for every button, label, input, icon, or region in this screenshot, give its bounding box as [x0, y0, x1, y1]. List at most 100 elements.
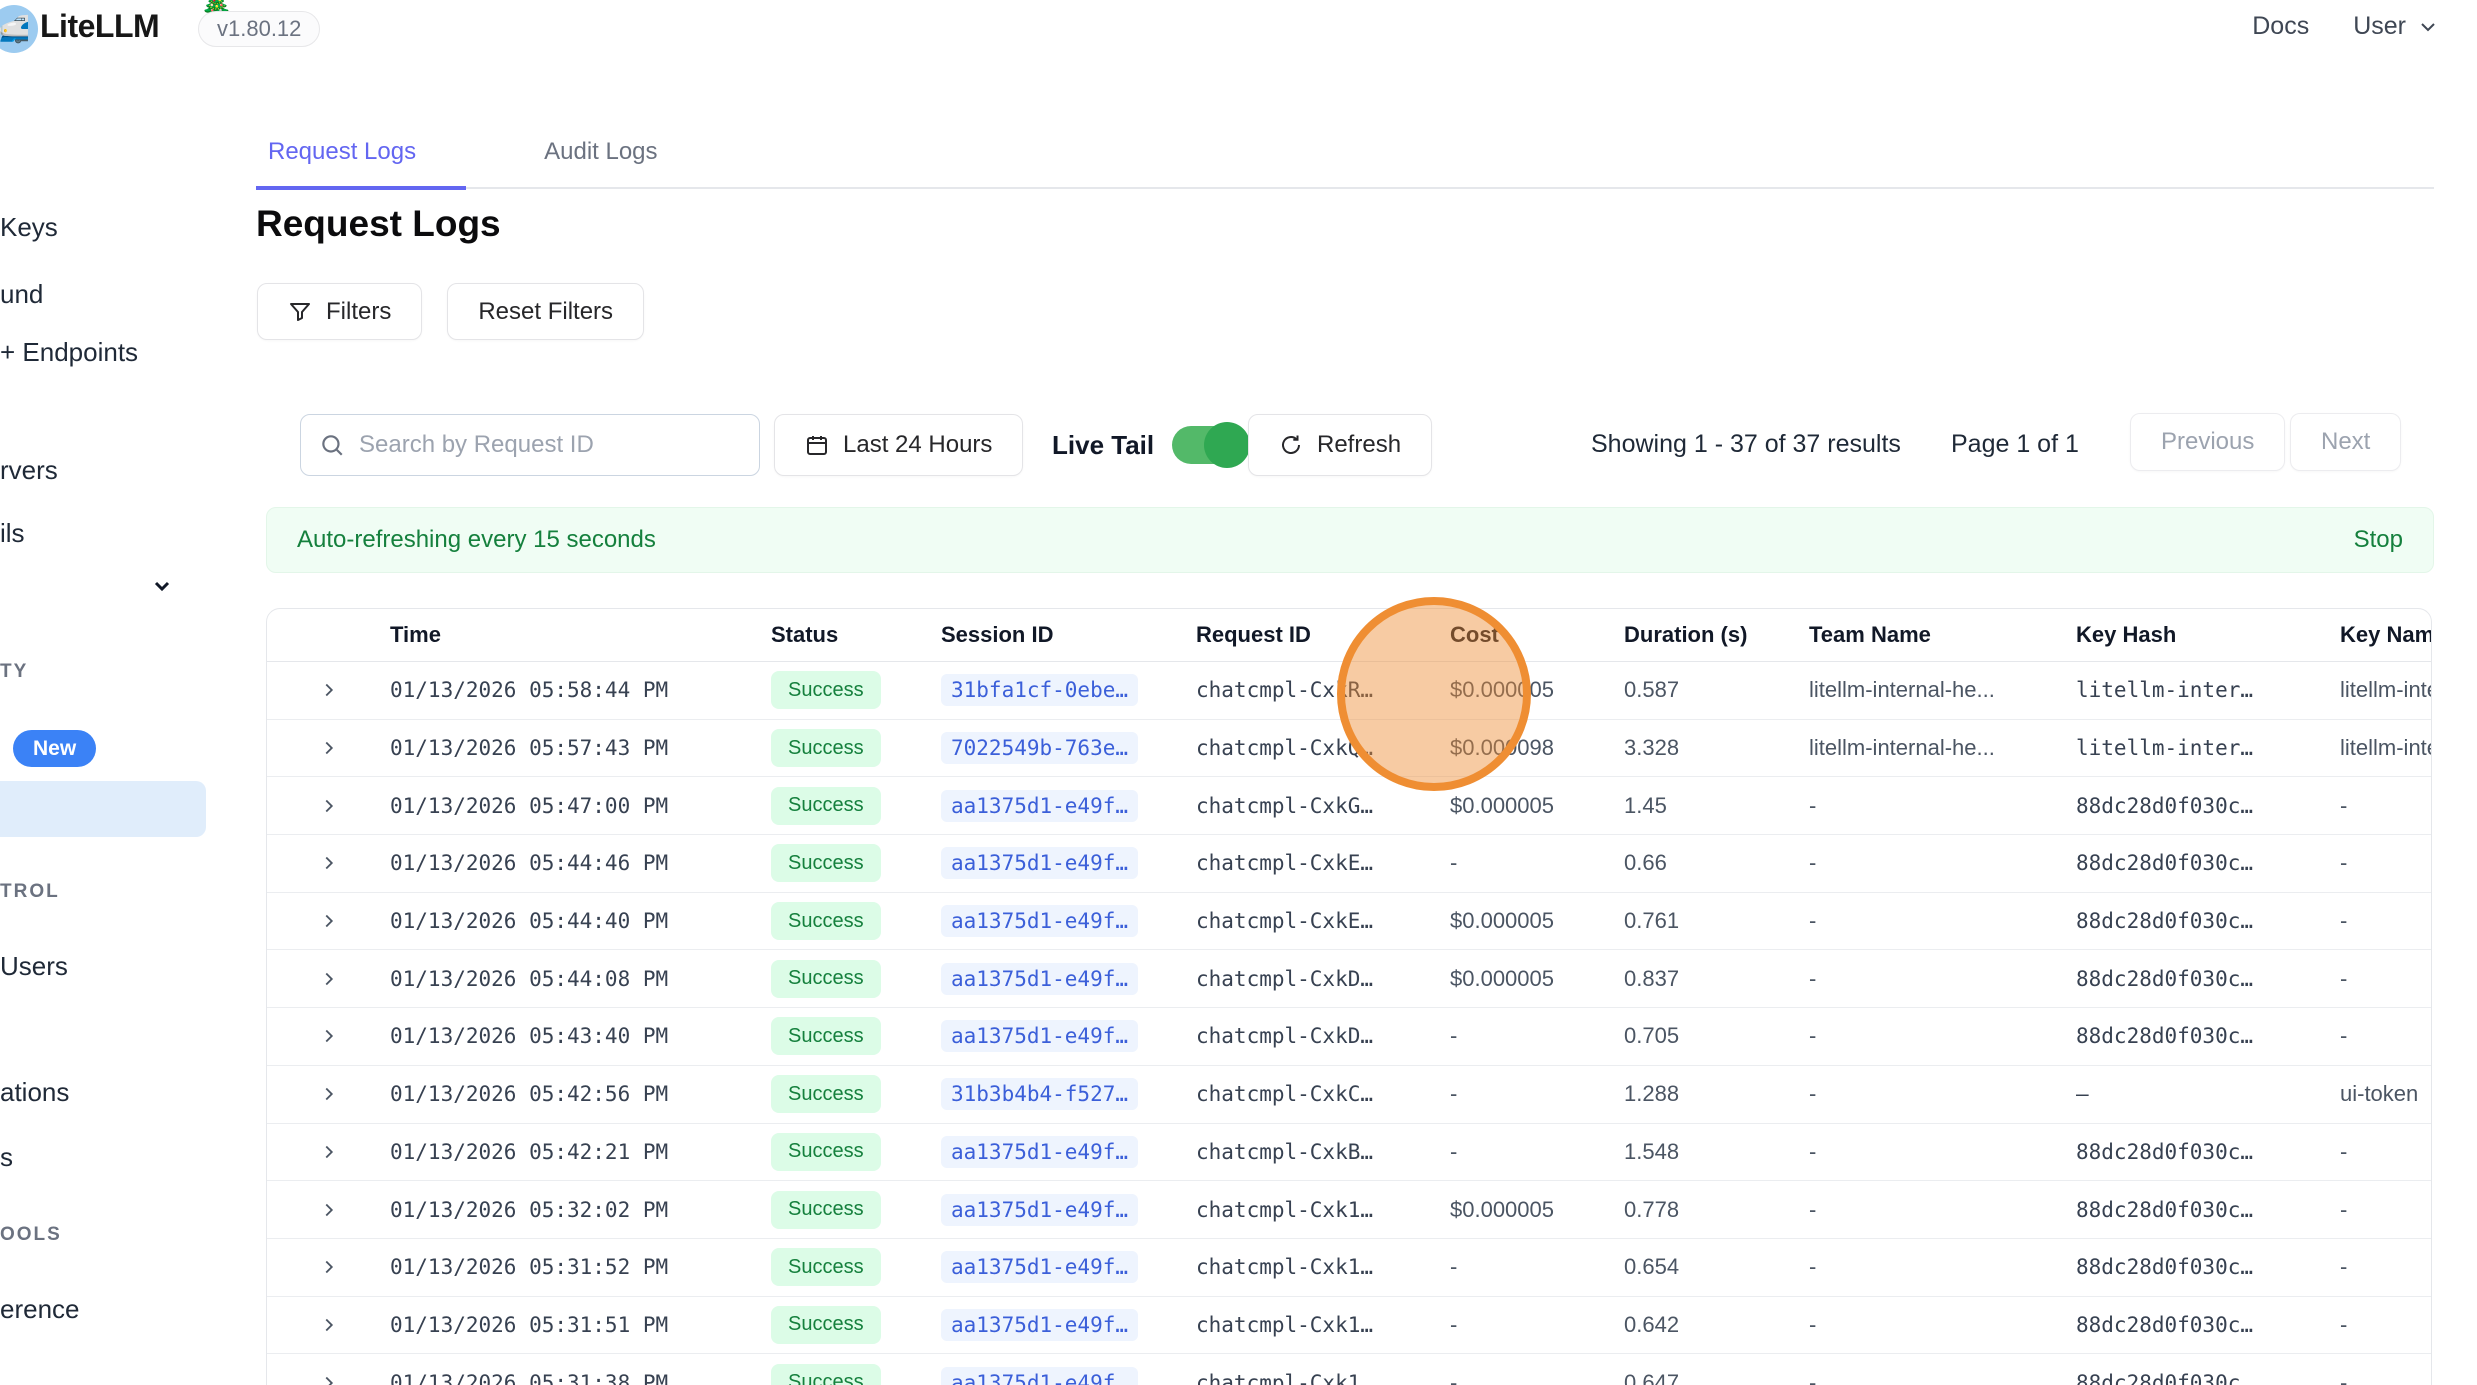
- next-page-button[interactable]: Next: [2290, 413, 2401, 471]
- cell-key-name: -: [2340, 908, 2432, 934]
- cell-team-name: -: [1809, 1139, 2076, 1165]
- cell-cost: $0.000005: [1450, 1197, 1624, 1223]
- expand-row-chevron-icon[interactable]: [318, 1141, 340, 1163]
- time-range-button[interactable]: Last 24 Hours: [774, 414, 1023, 476]
- table-row[interactable]: 01/13/2026 05:47:00 PM Success aa1375d1-…: [267, 777, 2431, 835]
- live-tail-toggle[interactable]: [1172, 426, 1244, 464]
- session-id-link[interactable]: 31bfa1cf-0ebe…: [941, 674, 1138, 706]
- status-badge: Success: [771, 1017, 881, 1055]
- expand-row-chevron-icon[interactable]: [318, 1083, 340, 1105]
- search-icon: [319, 432, 345, 458]
- user-menu-label: User: [2353, 12, 2406, 41]
- cell-team-name: -: [1809, 966, 2076, 992]
- session-id-link[interactable]: aa1375d1-e49f…: [941, 1367, 1138, 1385]
- expand-row-chevron-icon[interactable]: [318, 737, 340, 759]
- cell-time: 01/13/2026 05:58:44 PM: [390, 678, 771, 702]
- sidebar-item-teams[interactable]: s: [0, 1142, 13, 1173]
- cell-request-id: chatcmpl-CxkD…: [1196, 967, 1450, 991]
- table-row[interactable]: 01/13/2026 05:32:02 PM Success aa1375d1-…: [267, 1181, 2431, 1239]
- table-row[interactable]: 01/13/2026 05:42:56 PM Success 31b3b4b4-…: [267, 1066, 2431, 1124]
- table-row[interactable]: 01/13/2026 05:42:21 PM Success aa1375d1-…: [267, 1124, 2431, 1182]
- cell-time: 01/13/2026 05:47:00 PM: [390, 794, 771, 818]
- table-row[interactable]: 01/13/2026 05:44:40 PM Success aa1375d1-…: [267, 893, 2431, 951]
- refresh-button[interactable]: Refresh: [1248, 414, 1432, 476]
- cell-time: 01/13/2026 05:42:21 PM: [390, 1140, 771, 1164]
- sidebar-section-access-control: TROL: [0, 881, 60, 903]
- reset-filters-label: Reset Filters: [478, 298, 613, 326]
- auto-refresh-banner: Auto-refreshing every 15 seconds Stop: [266, 507, 2434, 573]
- tab-request-logs[interactable]: Request Logs: [256, 138, 466, 190]
- cell-request-id: chatcmpl-CxkR…: [1196, 678, 1450, 702]
- docs-link[interactable]: Docs: [2252, 12, 2309, 41]
- stop-auto-refresh-link[interactable]: Stop: [2354, 526, 2403, 554]
- expand-row-chevron-icon[interactable]: [318, 852, 340, 874]
- sidebar-item-users[interactable]: Users: [0, 951, 68, 982]
- session-id-link[interactable]: aa1375d1-e49f…: [941, 847, 1138, 879]
- cell-request-id: chatcmpl-CxkQ…: [1196, 736, 1450, 760]
- cell-team-name: litellm-internal-he...: [1809, 677, 2076, 703]
- session-id-link[interactable]: aa1375d1-e49f…: [941, 1309, 1138, 1341]
- table-row[interactable]: 01/13/2026 05:57:43 PM Success 7022549b-…: [267, 720, 2431, 778]
- session-id-link[interactable]: aa1375d1-e49f…: [941, 790, 1138, 822]
- reset-filters-button[interactable]: Reset Filters: [447, 283, 644, 340]
- sidebar-item-guardrails[interactable]: ils: [0, 518, 25, 549]
- session-id-link[interactable]: 7022549b-763e…: [941, 732, 1138, 764]
- sidebar-item-models-endpoints[interactable]: + Endpoints: [0, 337, 138, 368]
- topbar: 🚅 LiteLLM 🎄 v1.80.12 Docs User: [0, 0, 2477, 58]
- expand-row-chevron-icon[interactable]: [318, 1314, 340, 1336]
- cell-request-id: chatcmpl-CxkE…: [1196, 909, 1450, 933]
- cell-team-name: -: [1809, 850, 2076, 876]
- expand-row-chevron-icon[interactable]: [318, 1256, 340, 1278]
- session-id-link[interactable]: aa1375d1-e49f…: [941, 1194, 1138, 1226]
- table-row[interactable]: 01/13/2026 05:43:40 PM Success aa1375d1-…: [267, 1008, 2431, 1066]
- tab-audit-logs[interactable]: Audit Logs: [530, 138, 671, 187]
- session-id-link[interactable]: aa1375d1-e49f…: [941, 905, 1138, 937]
- session-id-link[interactable]: aa1375d1-e49f…: [941, 1136, 1138, 1168]
- expand-row-chevron-icon[interactable]: [318, 795, 340, 817]
- search-box[interactable]: [300, 414, 760, 476]
- cell-key-hash: litellm-inter…: [2076, 678, 2340, 702]
- sidebar-collapse-chevron-icon[interactable]: [150, 574, 174, 598]
- sidebar-item-inference[interactable]: erence: [0, 1294, 80, 1325]
- table-row[interactable]: 01/13/2026 05:31:52 PM Success aa1375d1-…: [267, 1239, 2431, 1297]
- table-row[interactable]: 01/13/2026 05:58:44 PM Success 31bfa1cf-…: [267, 662, 2431, 720]
- cell-duration: 0.642: [1624, 1312, 1809, 1338]
- status-badge: Success: [771, 1133, 881, 1171]
- cell-duration: 1.45: [1624, 793, 1809, 819]
- litellm-logo[interactable]: 🚅: [0, 5, 38, 53]
- cell-time: 01/13/2026 05:31:51 PM: [390, 1313, 771, 1337]
- status-badge: Success: [771, 844, 881, 882]
- cell-duration: 1.548: [1624, 1139, 1809, 1165]
- table-row[interactable]: 01/13/2026 05:31:51 PM Success aa1375d1-…: [267, 1297, 2431, 1355]
- search-input[interactable]: [359, 431, 741, 459]
- expand-row-chevron-icon[interactable]: [318, 910, 340, 932]
- sidebar-item-logs-selected[interactable]: [0, 781, 206, 837]
- cell-request-id: chatcmpl-CxkG…: [1196, 794, 1450, 818]
- cell-request-id: chatcmpl-CxkD…: [1196, 1024, 1450, 1048]
- column-header: Session ID: [941, 622, 1196, 648]
- session-id-link[interactable]: aa1375d1-e49f…: [941, 1020, 1138, 1052]
- expand-row-chevron-icon[interactable]: [318, 1199, 340, 1221]
- sidebar-item-organizations[interactable]: ations: [0, 1077, 69, 1108]
- expand-row-chevron-icon[interactable]: [318, 1372, 340, 1385]
- previous-page-button[interactable]: Previous: [2130, 413, 2285, 471]
- expand-row-chevron-icon[interactable]: [318, 679, 340, 701]
- session-id-link[interactable]: aa1375d1-e49f…: [941, 1251, 1138, 1283]
- session-id-link[interactable]: aa1375d1-e49f…: [941, 963, 1138, 995]
- sidebar-item-keys[interactable]: Keys: [0, 212, 58, 243]
- sidebar-item-playground[interactable]: und: [0, 279, 43, 310]
- expand-row-chevron-icon[interactable]: [318, 1025, 340, 1047]
- table-row[interactable]: 01/13/2026 05:44:46 PM Success aa1375d1-…: [267, 835, 2431, 893]
- cell-request-id: chatcmpl-Cxk1…: [1196, 1198, 1450, 1222]
- cell-key-hash: 88dc28d0f030c…: [2076, 1140, 2340, 1164]
- user-menu[interactable]: User: [2353, 12, 2440, 41]
- request-logs-table: TimeStatusSession IDRequest IDCostDurati…: [266, 608, 2432, 1385]
- cell-key-name: litellm-inter…: [2340, 677, 2432, 703]
- table-row[interactable]: 01/13/2026 05:31:38 PM Success aa1375d1-…: [267, 1354, 2431, 1385]
- expand-row-chevron-icon[interactable]: [318, 968, 340, 990]
- session-id-link[interactable]: 31b3b4b4-f527…: [941, 1078, 1138, 1110]
- page-title: Request Logs: [256, 203, 501, 245]
- table-row[interactable]: 01/13/2026 05:44:08 PM Success aa1375d1-…: [267, 950, 2431, 1008]
- filters-button[interactable]: Filters: [257, 283, 422, 340]
- cell-key-hash: 88dc28d0f030c…: [2076, 967, 2340, 991]
